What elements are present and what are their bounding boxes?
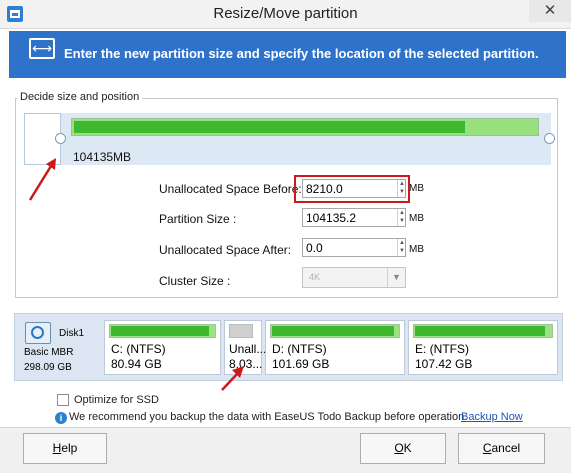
arrow-to-unallocated — [221, 372, 239, 391]
arrow-to-left-handle — [28, 165, 53, 201]
annotation-arrows — [28, 158, 244, 391]
